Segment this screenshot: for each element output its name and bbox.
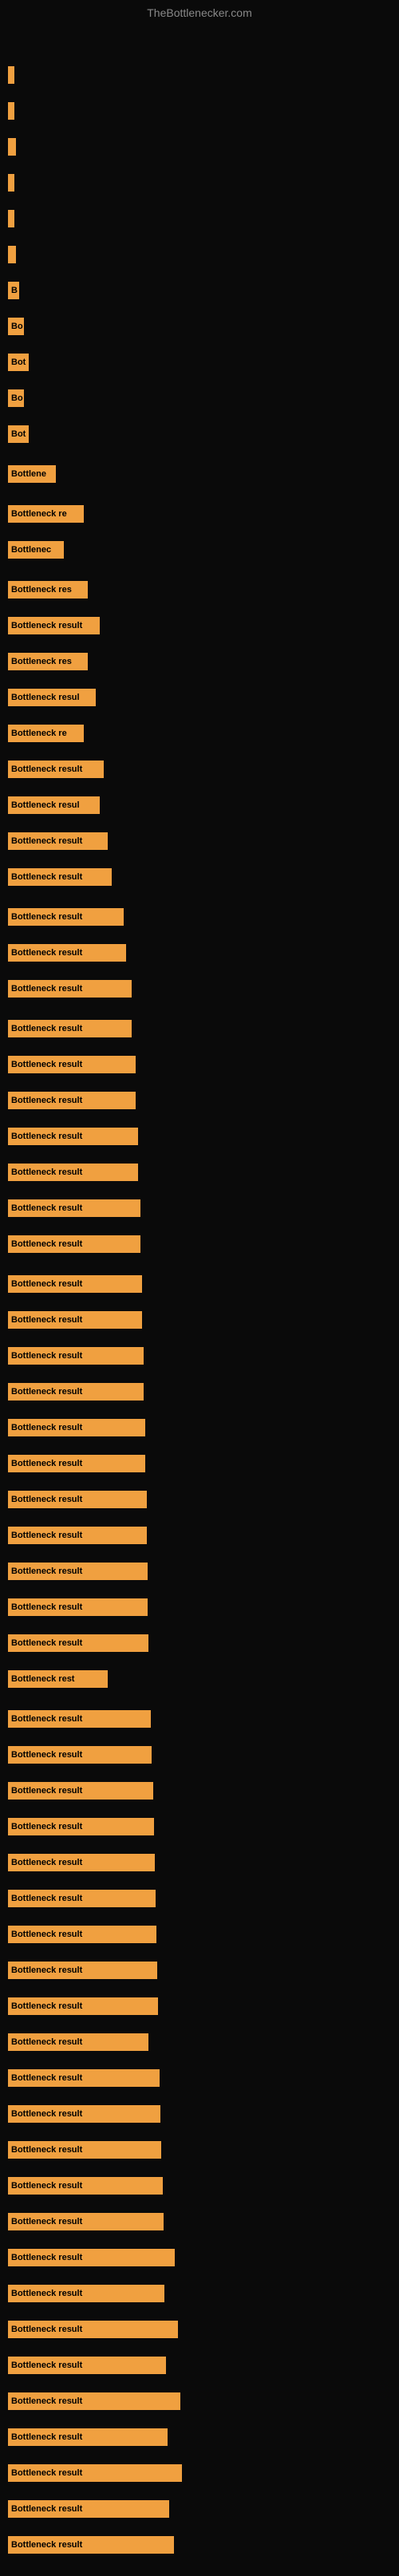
bar-item: Bottleneck result xyxy=(8,1199,140,1217)
bar-item xyxy=(8,66,14,84)
bar-item: Bottleneck result xyxy=(8,761,104,778)
bar-item: Bottleneck result xyxy=(8,1598,148,1616)
bar-item: Bo xyxy=(8,318,24,335)
bar-item: Bottleneck result xyxy=(8,944,126,962)
bar-item: Bottleneck result xyxy=(8,2069,160,2087)
bar-item: Bottleneck result xyxy=(8,832,108,850)
bar-item: Bottleneck result xyxy=(8,2285,164,2302)
bar-item: Bot xyxy=(8,354,29,371)
bar-item: Bottleneck result xyxy=(8,2500,169,2518)
bar-item xyxy=(8,102,14,120)
bar-item: Bottleneck result xyxy=(8,1818,154,1835)
bar-item: Bottleneck result xyxy=(8,1455,145,1472)
bar-item: Bot xyxy=(8,425,29,443)
bar-item: Bottleneck result xyxy=(8,1419,145,1436)
bar-item: Bottleneck result xyxy=(8,1092,136,1109)
bar-item: Bottleneck result xyxy=(8,2033,148,2051)
bar-item: Bottleneck res xyxy=(8,653,88,670)
bar-item: Bottleneck result xyxy=(8,1527,147,1544)
bar-item: Bottleneck result xyxy=(8,1634,148,1652)
bar-item: Bottleneck result xyxy=(8,1235,140,1253)
bar-item: Bottleneck result xyxy=(8,2141,161,2159)
bar-item: Bottleneck result xyxy=(8,1890,156,1907)
bar-item: Bottleneck result xyxy=(8,2249,175,2266)
bar-item: Bottleneck result xyxy=(8,2105,160,2123)
bar-item: Bottleneck resul xyxy=(8,689,96,706)
bar-item: Bottlenec xyxy=(8,541,64,559)
bar-item: Bottleneck result xyxy=(8,1311,142,1329)
bar-item: B xyxy=(8,282,19,299)
bar-item: Bottlene xyxy=(8,465,56,483)
bar-item: Bottleneck result xyxy=(8,1056,136,1073)
bar-item xyxy=(8,210,14,227)
bar-item: Bottleneck res xyxy=(8,581,88,599)
bar-item: Bottleneck result xyxy=(8,1491,147,1508)
bar-item: Bottleneck result xyxy=(8,2213,164,2230)
bar-item: Bottleneck result xyxy=(8,1347,144,1365)
bar-item: Bottleneck result xyxy=(8,2536,174,2554)
bar-item: Bottleneck result xyxy=(8,1746,152,1764)
bar-item: Bottleneck result xyxy=(8,1020,132,1037)
bar-item: Bottleneck result xyxy=(8,868,112,886)
bar-item xyxy=(8,138,16,156)
bar-item: Bottleneck result xyxy=(8,1926,156,1943)
bar-item xyxy=(8,174,14,192)
bar-item: Bottleneck result xyxy=(8,2357,166,2374)
bar-item: Bottleneck result xyxy=(8,1563,148,1580)
bar-item: Bottleneck result xyxy=(8,2428,168,2446)
bar-item: Bottleneck result xyxy=(8,1164,138,1181)
bar-item: Bottleneck result xyxy=(8,1383,144,1401)
bar-item: Bottleneck result xyxy=(8,2321,178,2338)
bar-item: Bottleneck rest xyxy=(8,1670,108,1688)
site-title: TheBottlenecker.com xyxy=(0,0,399,22)
bar-item: Bottleneck re xyxy=(8,505,84,523)
bar-item: Bottleneck re xyxy=(8,725,84,742)
bar-item xyxy=(8,246,16,263)
bar-item: Bottleneck result xyxy=(8,1854,155,1871)
bar-item: Bottleneck result xyxy=(8,2392,180,2410)
bar-item: Bottleneck result xyxy=(8,1710,151,1728)
bar-item: Bottleneck result xyxy=(8,1275,142,1293)
bar-item: Bottleneck result xyxy=(8,908,124,926)
bar-item: Bottleneck resul xyxy=(8,796,100,814)
bar-item: Bottleneck result xyxy=(8,2464,182,2482)
bar-item: Bottleneck result xyxy=(8,1782,153,1800)
bar-item: Bo xyxy=(8,389,24,407)
bar-item: Bottleneck result xyxy=(8,1128,138,1145)
bar-item: Bottleneck result xyxy=(8,2177,163,2195)
bar-item: Bottleneck result xyxy=(8,1962,157,1979)
bar-item: Bottleneck result xyxy=(8,617,100,634)
bar-item: Bottleneck result xyxy=(8,1997,158,2015)
bar-item: Bottleneck result xyxy=(8,980,132,998)
